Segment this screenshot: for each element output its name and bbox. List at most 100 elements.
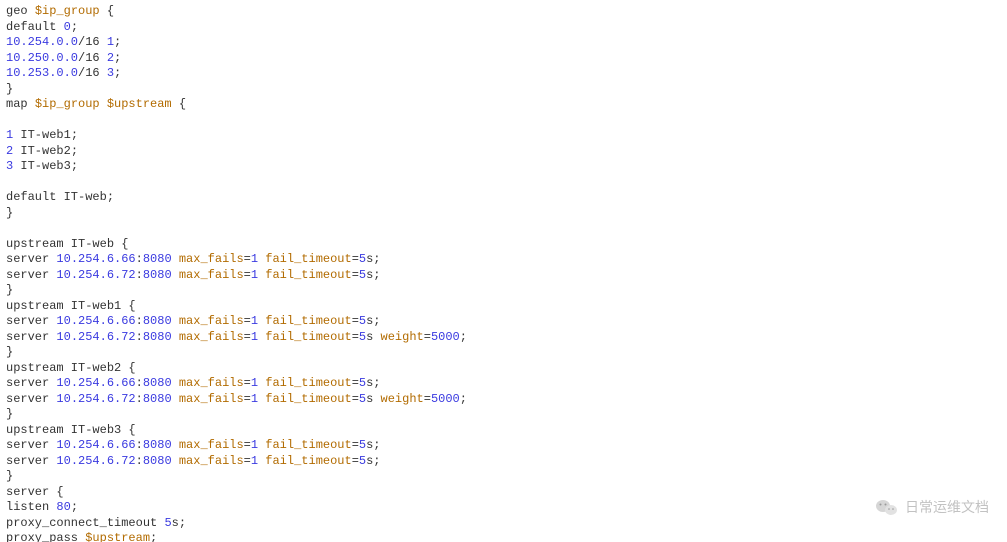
code-token: 8080 [143, 392, 172, 406]
code-token: s [366, 330, 380, 344]
code-token: proxy_connect_timeout [6, 516, 164, 530]
code-token: = [244, 330, 251, 344]
code-token: } [6, 407, 13, 421]
code-line: upstream IT-web1 { [6, 299, 1001, 315]
code-token: 1 [251, 376, 258, 390]
code-token: proxy_pass [6, 531, 85, 542]
code-token: 0 [64, 20, 71, 34]
code-token: : [136, 454, 143, 468]
code-line: server 10.254.6.72:8080 max_fails=1 fail… [6, 454, 1001, 470]
code-token: IT-web1; [13, 128, 78, 142]
code-line: } [6, 345, 1001, 361]
code-line: default 0; [6, 20, 1001, 36]
code-line: listen 80; [6, 500, 1001, 516]
code-token: 10.254.6.72 [56, 392, 135, 406]
code-line: 3 IT-web3; [6, 159, 1001, 175]
code-token: 5000 [431, 392, 460, 406]
code-token: } [6, 206, 13, 220]
code-token: default IT-web; [6, 190, 114, 204]
code-token: fail_timeout [265, 330, 351, 344]
code-token: 10.254.6.66 [56, 438, 135, 452]
code-token: 1 [251, 438, 258, 452]
code-token [172, 314, 179, 328]
code-token: listen [6, 500, 56, 514]
code-line: server 10.254.6.66:8080 max_fails=1 fail… [6, 314, 1001, 330]
code-token: fail_timeout [265, 454, 351, 468]
code-token: max_fails [179, 314, 244, 328]
code-token: 80 [56, 500, 70, 514]
code-token: ; [71, 500, 78, 514]
code-line: 1 IT-web1; [6, 128, 1001, 144]
code-token: server [6, 252, 56, 266]
code-token: /16 [78, 51, 107, 65]
code-line [6, 175, 1001, 191]
code-token: = [244, 252, 251, 266]
code-line: server 10.254.6.66:8080 max_fails=1 fail… [6, 438, 1001, 454]
code-line: upstream IT-web3 { [6, 423, 1001, 439]
code-token: = [352, 392, 359, 406]
code-token: 1 [251, 392, 258, 406]
code-token: IT-web3; [13, 159, 78, 173]
code-token: = [352, 314, 359, 328]
code-token: fail_timeout [265, 314, 351, 328]
code-token: max_fails [179, 252, 244, 266]
code-token: { [172, 97, 186, 111]
code-line [6, 113, 1001, 129]
code-token: = [352, 438, 359, 452]
code-line: } [6, 283, 1001, 299]
code-token: ; [71, 20, 78, 34]
code-token: /16 [78, 35, 107, 49]
code-token: $upstream [85, 531, 150, 542]
code-token: = [424, 330, 431, 344]
code-token: fail_timeout [265, 438, 351, 452]
code-token: 8080 [143, 252, 172, 266]
code-token: 8080 [143, 268, 172, 282]
code-token: server [6, 330, 56, 344]
code-token: max_fails [179, 376, 244, 390]
code-token: = [352, 454, 359, 468]
code-line: 10.254.0.0/16 1; [6, 35, 1001, 51]
code-line: upstream IT-web { [6, 237, 1001, 253]
code-token: server [6, 438, 56, 452]
code-token: = [244, 392, 251, 406]
code-block: geo $ip_group {default 0;10.254.0.0/16 1… [0, 0, 1007, 542]
code-line: 2 IT-web2; [6, 144, 1001, 160]
code-token: : [136, 268, 143, 282]
code-token: server [6, 268, 56, 282]
code-token: 8080 [143, 330, 172, 344]
code-token: 1 [251, 330, 258, 344]
code-token [172, 268, 179, 282]
code-token: : [136, 392, 143, 406]
code-token: weight [381, 330, 424, 344]
code-line: } [6, 469, 1001, 485]
code-token: } [6, 345, 13, 359]
code-token: = [244, 376, 251, 390]
code-token: $ip_group [35, 4, 100, 18]
code-line: 10.253.0.0/16 3; [6, 66, 1001, 82]
code-token: max_fails [179, 438, 244, 452]
code-token: geo [6, 4, 35, 18]
code-token: } [6, 469, 13, 483]
code-token: s; [366, 268, 380, 282]
code-token: max_fails [179, 330, 244, 344]
code-line: server { [6, 485, 1001, 501]
code-token: = [244, 454, 251, 468]
code-token [172, 330, 179, 344]
code-token: ; [460, 330, 467, 344]
code-token: } [6, 82, 13, 96]
code-token: 10.254.6.66 [56, 314, 135, 328]
code-token [172, 454, 179, 468]
code-token: default [6, 20, 64, 34]
code-token [172, 392, 179, 406]
code-token: weight [381, 392, 424, 406]
code-token: fail_timeout [265, 392, 351, 406]
code-token: 10.254.6.72 [56, 330, 135, 344]
code-token: 10.253.0.0 [6, 66, 78, 80]
code-token: server [6, 314, 56, 328]
code-token: map [6, 97, 35, 111]
code-token: upstream IT-web { [6, 237, 128, 251]
code-token: 5000 [431, 330, 460, 344]
code-line: upstream IT-web2 { [6, 361, 1001, 377]
code-token [172, 252, 179, 266]
code-line: geo $ip_group { [6, 4, 1001, 20]
